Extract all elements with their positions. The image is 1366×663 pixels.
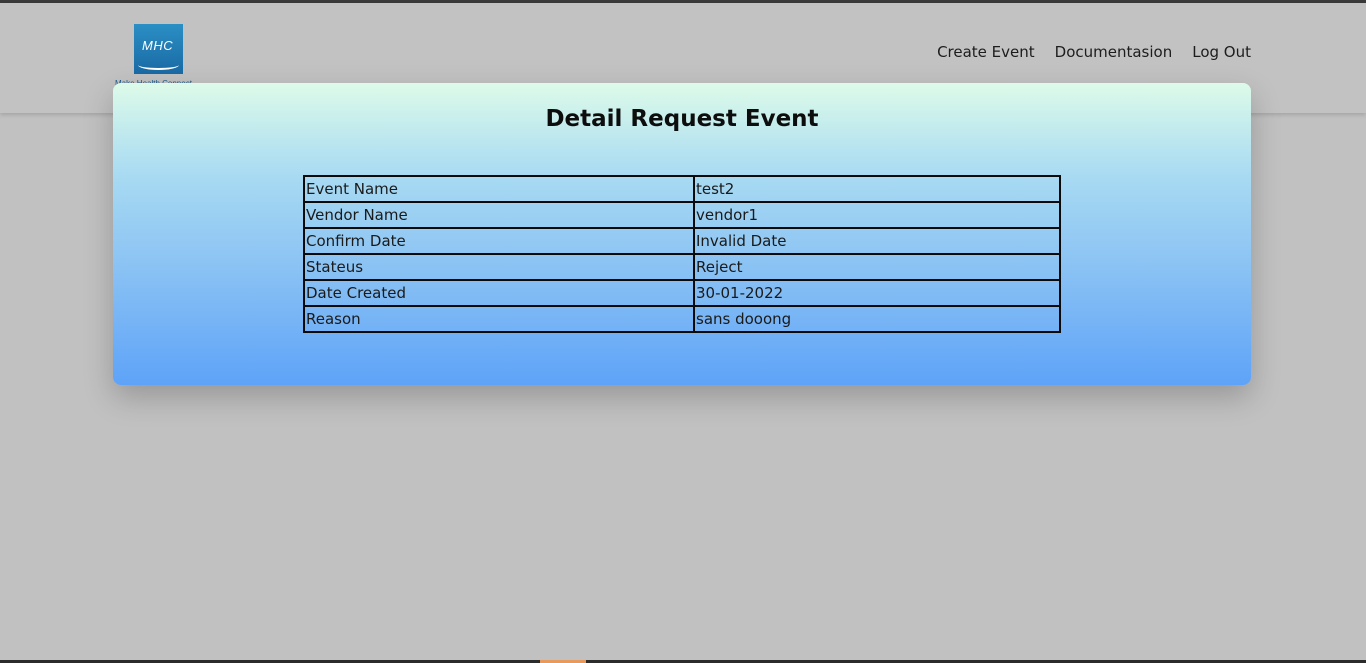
table-row: Reason sans dooong — [303, 305, 1061, 333]
row-value: sans dooong — [693, 305, 1061, 333]
nav-logout-link[interactable]: Log Out — [1192, 43, 1251, 61]
detail-table: Event Name test2 Vendor Name vendor1 Con… — [303, 175, 1061, 333]
table-row: Stateus Reject — [303, 253, 1061, 281]
row-label: Event Name — [303, 175, 695, 203]
row-value: Reject — [693, 253, 1061, 281]
table-row: Date Created 30-01-2022 — [303, 279, 1061, 307]
table-row: Confirm Date Invalid Date — [303, 227, 1061, 255]
row-label: Reason — [303, 305, 695, 333]
table-row: Vendor Name vendor1 — [303, 201, 1061, 229]
logo-swoosh — [138, 60, 179, 70]
row-value: vendor1 — [693, 201, 1061, 229]
row-label: Confirm Date — [303, 227, 695, 255]
row-value: test2 — [693, 175, 1061, 203]
nav-create-event-link[interactable]: Create Event — [937, 43, 1035, 61]
row-value: Invalid Date — [693, 227, 1061, 255]
logo-text: MHC — [142, 38, 174, 53]
row-value: 30-01-2022 — [693, 279, 1061, 307]
nav-links: Create Event Documentasion Log Out — [937, 43, 1251, 61]
row-label: Stateus — [303, 253, 695, 281]
row-label: Vendor Name — [303, 201, 695, 229]
detail-modal: Detail Request Event Event Name test2 Ve… — [113, 83, 1251, 385]
modal-title: Detail Request Event — [545, 106, 819, 132]
nav-documentation-link[interactable]: Documentasion — [1055, 43, 1173, 61]
row-label: Date Created — [303, 279, 695, 307]
logo-icon[interactable]: MHC — [134, 24, 183, 74]
table-row: Event Name test2 — [303, 175, 1061, 203]
